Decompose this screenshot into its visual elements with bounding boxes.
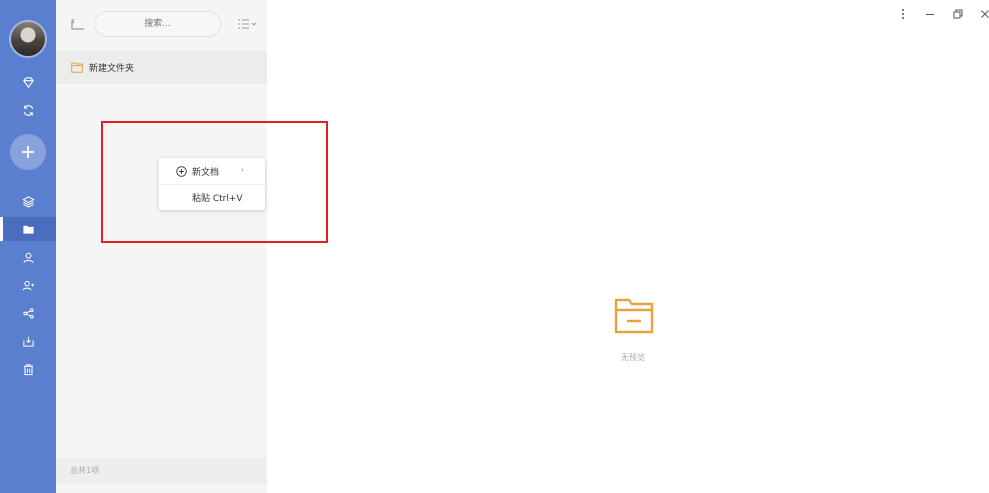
trash-icon[interactable] — [0, 357, 56, 381]
share-icon[interactable] — [0, 301, 56, 325]
inbox-icon[interactable] — [0, 329, 56, 353]
user-avatar[interactable] — [11, 22, 45, 56]
file-panel: 新建文件夹 总共1项 — [56, 0, 267, 493]
add-button[interactable] — [10, 134, 46, 170]
layers-icon[interactable] — [0, 189, 56, 213]
folder-icon — [71, 62, 83, 73]
highlight-box — [101, 121, 328, 243]
diamond-icon[interactable] — [0, 70, 56, 94]
item-count: 总共1项 — [56, 458, 267, 484]
contacts-icon[interactable] — [0, 245, 56, 269]
file-list-item[interactable]: 新建文件夹 — [56, 51, 267, 84]
nav-rail — [0, 0, 56, 493]
file-name: 新建文件夹 — [89, 64, 135, 74]
plus-icon — [22, 146, 34, 158]
folder-icon — [614, 298, 654, 334]
search-input[interactable] — [94, 11, 221, 37]
empty-preview-text: 无预览 — [621, 353, 645, 362]
close-icon[interactable] — [979, 8, 989, 20]
list-view-icon[interactable] — [237, 18, 257, 30]
restore-icon[interactable] — [952, 8, 964, 20]
minimize-icon[interactable] — [924, 8, 936, 20]
more-vertical-icon[interactable] — [897, 8, 909, 20]
folder-icon[interactable] — [0, 217, 56, 241]
back-up-icon[interactable] — [70, 16, 86, 32]
sync-icon[interactable] — [0, 98, 56, 122]
user-group-icon[interactable] — [0, 273, 56, 297]
